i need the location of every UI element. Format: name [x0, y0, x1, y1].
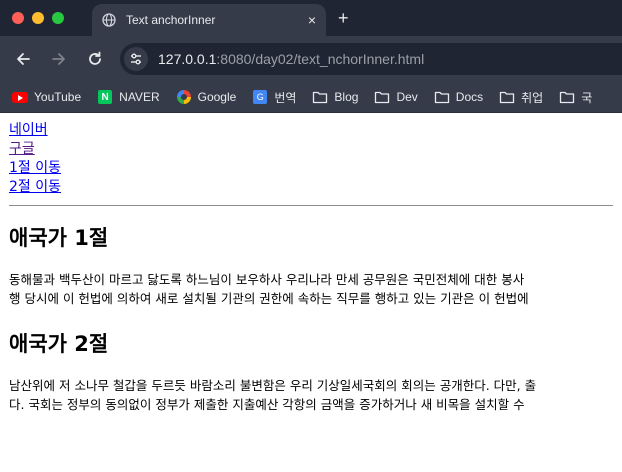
- section-2-line-1: 남산위에 저 소나무 철갑을 두르듯 바람소리 불변함은 우리 기상일세국회의 …: [9, 378, 537, 393]
- bookmark-translate[interactable]: G 번역: [252, 89, 296, 106]
- folder-icon: [374, 89, 390, 105]
- bookmark-youtube[interactable]: YouTube: [12, 89, 81, 105]
- bookmark-folder-jobs[interactable]: 취업: [499, 89, 543, 106]
- section-2-paragraph: 남산위에 저 소나무 철갑을 두르듯 바람소리 불변함은 우리 기상일세국회의 …: [9, 376, 622, 414]
- bookmark-label: 번역: [274, 90, 297, 105]
- folder-icon: [499, 89, 515, 105]
- maximize-window-button[interactable]: [52, 12, 64, 24]
- url-host: 127.0.0.1: [158, 51, 217, 67]
- bookmark-folder-dev[interactable]: Dev: [374, 89, 418, 105]
- forward-arrow-icon[interactable]: [49, 49, 69, 69]
- link-google[interactable]: 구글: [9, 140, 613, 159]
- bookmark-label: Docs: [455, 90, 484, 104]
- bookmark-label: NAVER: [119, 90, 160, 104]
- bookmark-label: YouTube: [34, 90, 82, 104]
- link-list: 네이버 구글 1절 이동 2절 이동: [9, 121, 613, 197]
- link-naver[interactable]: 네이버: [9, 121, 613, 140]
- address-bar[interactable]: 127.0.0.1:8080/day02/text_nchorInner.htm…: [120, 43, 622, 75]
- section-2-heading: 애국가 2절: [9, 332, 109, 356]
- link-section-1[interactable]: 1절 이동: [9, 159, 613, 178]
- new-tab-button[interactable]: +: [338, 8, 349, 29]
- bookmarks-bar: YouTube N NAVER Google G 번역 Blog Dev Docs …: [0, 82, 622, 113]
- section-1-heading: 애국가 1절: [9, 226, 109, 250]
- google-icon: [176, 89, 192, 105]
- browser-tab-bar: Text anchorInner × +: [0, 0, 622, 36]
- back-arrow-icon[interactable]: [13, 49, 33, 69]
- translate-icon: G: [252, 89, 268, 105]
- page-content: 네이버 구글 1절 이동 2절 이동 애국가 1절 동해물과 백두산이 마르고 …: [0, 113, 622, 444]
- bookmark-google[interactable]: Google: [176, 89, 237, 105]
- tab-title: Text anchorInner: [126, 13, 216, 27]
- bookmark-label: Google: [197, 90, 237, 104]
- url-text[interactable]: 127.0.0.1:8080/day02/text_nchorInner.htm…: [158, 51, 424, 67]
- url-path: :8080/day02/text_nchorInner.html: [216, 51, 425, 67]
- bookmark-label: Blog: [334, 90, 359, 104]
- folder-icon: [434, 89, 450, 105]
- section-1-line-1: 동해물과 백두산이 마르고 닳도록 하느님이 보우하사 우리나라 만세 공무원은…: [9, 272, 525, 287]
- globe-icon: [102, 13, 116, 27]
- bookmark-folder-blog[interactable]: Blog: [312, 89, 358, 105]
- bookmark-label: 취업: [521, 90, 544, 105]
- folder-icon: [559, 89, 575, 105]
- bookmark-label: 국: [581, 90, 593, 105]
- link-section-2[interactable]: 2절 이동: [9, 178, 613, 197]
- divider: [9, 205, 613, 206]
- window-controls: [12, 12, 64, 24]
- bookmark-label: Dev: [396, 90, 418, 104]
- bookmark-folder-docs[interactable]: Docs: [434, 89, 483, 105]
- section-1-line-2: 행 당시에 이 헌법에 의하여 새로 설치될 기관의 권한에 속하는 직무를 행…: [9, 291, 529, 306]
- browser-toolbar: 127.0.0.1:8080/day02/text_nchorInner.htm…: [0, 36, 622, 82]
- reload-icon[interactable]: [85, 49, 105, 69]
- minimize-window-button[interactable]: [32, 12, 44, 24]
- bookmark-naver[interactable]: N NAVER: [97, 89, 160, 105]
- bookmark-folder-more[interactable]: 국: [559, 89, 592, 106]
- naver-icon: N: [97, 89, 113, 105]
- tab-close-icon[interactable]: ×: [308, 13, 316, 27]
- close-window-button[interactable]: [12, 12, 24, 24]
- active-tab[interactable]: Text anchorInner ×: [92, 4, 326, 36]
- youtube-icon: [12, 89, 28, 105]
- section-2-line-2: 다. 국회는 정부의 동의없이 정부가 제출한 지출예산 각항의 금액을 증가하…: [9, 397, 525, 412]
- site-info-icon[interactable]: [124, 47, 148, 71]
- folder-icon: [312, 89, 328, 105]
- section-1-paragraph: 동해물과 백두산이 마르고 닳도록 하느님이 보우하사 우리나라 만세 공무원은…: [9, 270, 622, 308]
